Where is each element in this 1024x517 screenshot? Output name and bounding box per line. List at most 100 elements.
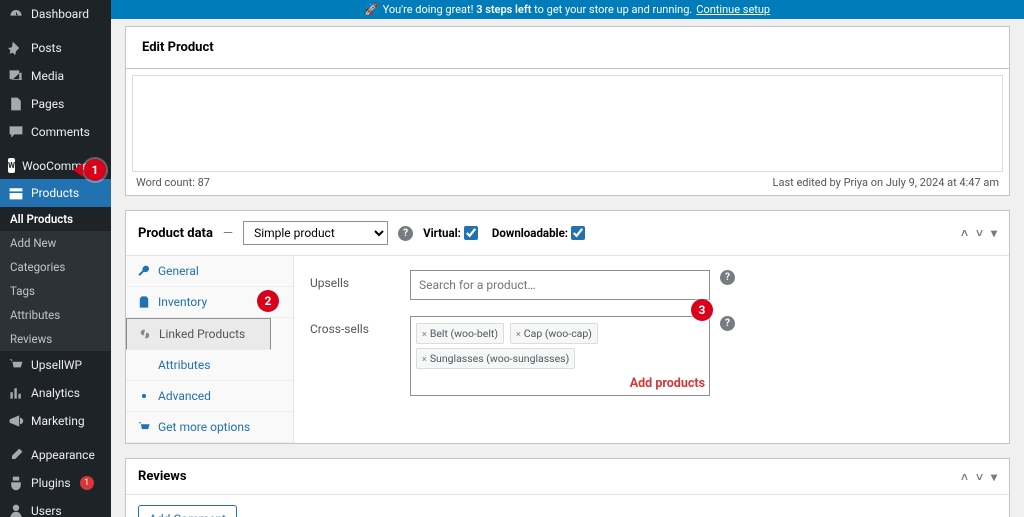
help-icon[interactable]: ? xyxy=(398,226,413,241)
media-icon xyxy=(8,68,24,84)
downloadable-checkbox[interactable] xyxy=(571,226,585,240)
wysiwyg-editor[interactable] xyxy=(132,75,1003,172)
crosssells-label: Cross-sells xyxy=(310,316,410,336)
remove-icon[interactable]: × xyxy=(516,330,521,340)
rocket-icon: 🚀 xyxy=(365,3,379,16)
sidebar-item-plugins[interactable]: Plugins 1 xyxy=(0,469,111,497)
sidebar-item-dashboard[interactable]: Dashboard xyxy=(0,0,111,28)
sidebar-item-analytics[interactable]: Analytics xyxy=(0,379,111,407)
tab-label: Get more options xyxy=(158,420,250,434)
link-icon xyxy=(138,327,152,341)
sidebar-item-products[interactable]: Products xyxy=(0,179,111,207)
tab-label: Attributes xyxy=(158,358,210,372)
gear-icon xyxy=(137,389,151,403)
toggle-panel-icon[interactable]: ▾ xyxy=(991,470,997,484)
help-icon[interactable]: ? xyxy=(720,316,735,331)
pin-icon xyxy=(8,40,24,56)
tab-label: Advanced xyxy=(158,389,211,403)
sidebar-label: Plugins xyxy=(31,476,71,490)
tag-cap[interactable]: ×Cap (woo-cap) xyxy=(510,323,598,344)
virtual-checkbox[interactable] xyxy=(464,226,478,240)
pages-icon xyxy=(8,96,24,112)
comment-icon xyxy=(8,124,24,140)
admin-sidebar: Dashboard Posts Media Pages Comments W W… xyxy=(0,0,111,517)
add-products-caption: Add products xyxy=(415,376,705,391)
submenu-all-products[interactable]: All Products xyxy=(0,207,111,231)
sidebar-item-posts[interactable]: Posts xyxy=(0,34,111,62)
sidebar-item-users[interactable]: Users xyxy=(0,497,111,517)
sidebar-label: Comments xyxy=(31,125,90,139)
tag-sunglasses[interactable]: ×Sunglasses (woo-sunglasses) xyxy=(416,348,575,369)
product-type-select[interactable]: Simple product xyxy=(243,221,388,245)
clipboard-icon xyxy=(137,295,151,309)
toggle-panel-icon[interactable]: ▾ xyxy=(991,226,997,240)
sidebar-label: Products xyxy=(31,186,79,200)
tab-attributes[interactable]: Attributes xyxy=(126,350,293,381)
tag-label: Belt (woo-belt) xyxy=(430,327,498,340)
continue-setup-link[interactable]: Continue setup xyxy=(696,3,770,16)
tab-label: Inventory xyxy=(158,295,207,309)
sidebar-label: Analytics xyxy=(31,386,80,400)
word-count: Word count: 87 xyxy=(136,176,210,189)
remove-icon[interactable]: × xyxy=(422,330,427,340)
woo-icon: W xyxy=(8,158,15,173)
sidebar-item-upsellwp[interactable]: UpsellWP xyxy=(0,351,111,379)
sidebar-item-media[interactable]: Media xyxy=(0,62,111,90)
tag-belt[interactable]: ×Belt (woo-belt) xyxy=(416,323,504,344)
crosssells-input[interactable]: ×Belt (woo-belt) ×Cap (woo-cap) ×Sunglas… xyxy=(410,316,710,396)
submenu-reviews[interactable]: Reviews xyxy=(0,327,111,351)
submenu-add-new[interactable]: Add New xyxy=(0,231,111,255)
list-icon xyxy=(137,358,151,372)
downloadable-label: Downloadable: xyxy=(492,226,568,240)
virtual-toggle[interactable]: Virtual: xyxy=(423,226,478,240)
page-title: Edit Product xyxy=(125,26,1010,69)
tab-inventory[interactable]: Inventory xyxy=(126,287,293,318)
tab-label: General xyxy=(158,264,199,278)
reviews-metabox: Reviews ˄ ˅ ▾ Add Comment No comments ye… xyxy=(125,458,1010,517)
products-submenu: All Products Add New Categories Tags Att… xyxy=(0,207,111,351)
sidebar-label: Appearance xyxy=(31,448,95,462)
linked-products-panel: Upsells ? Cross-sells ×Belt (woo-belt) ×… xyxy=(294,256,1009,443)
move-down-icon[interactable]: ˅ xyxy=(976,470,983,484)
sidebar-item-woocommerce[interactable]: W WooCommerce xyxy=(0,152,111,179)
reviews-title: Reviews xyxy=(138,469,187,484)
remove-icon[interactable]: × xyxy=(422,355,427,365)
tab-general[interactable]: General xyxy=(126,256,293,287)
product-data-tabs: General Inventory Linked Products Attrib… xyxy=(126,256,294,443)
sidebar-label: Users xyxy=(31,504,62,517)
submenu-attributes[interactable]: Attributes xyxy=(0,303,111,327)
tab-linked-products[interactable]: Linked Products xyxy=(126,318,271,350)
add-comment-button[interactable]: Add Comment xyxy=(138,505,237,517)
cart-icon xyxy=(8,357,24,373)
last-edited: Last edited by Priya on July 9, 2024 at … xyxy=(773,176,999,189)
wrench-icon xyxy=(137,264,151,278)
setup-banner: 🚀 You're doing great! 3 steps left to ge… xyxy=(111,0,1024,19)
move-up-icon[interactable]: ˄ xyxy=(961,226,968,240)
sidebar-item-marketing[interactable]: Marketing xyxy=(0,407,111,435)
submenu-categories[interactable]: Categories xyxy=(0,255,111,279)
banner-text: You're doing great! 3 steps left to get … xyxy=(383,3,693,16)
virtual-label: Virtual: xyxy=(423,226,461,240)
tab-get-more[interactable]: Get more options xyxy=(126,412,293,443)
products-icon xyxy=(8,185,24,201)
sidebar-label: UpsellWP xyxy=(31,358,82,372)
move-up-icon[interactable]: ˄ xyxy=(961,470,968,484)
help-icon[interactable]: ? xyxy=(720,270,735,285)
sidebar-label: Media xyxy=(31,69,64,83)
tag-label: Cap (woo-cap) xyxy=(524,327,592,340)
submenu-tags[interactable]: Tags xyxy=(0,279,111,303)
sidebar-item-pages[interactable]: Pages xyxy=(0,90,111,118)
dash: — xyxy=(223,226,233,241)
sidebar-item-comments[interactable]: Comments xyxy=(0,118,111,146)
upsells-search[interactable] xyxy=(410,270,710,300)
upsells-label: Upsells xyxy=(310,270,410,290)
analytics-icon xyxy=(8,385,24,401)
sidebar-item-appearance[interactable]: Appearance xyxy=(0,441,111,469)
tab-advanced[interactable]: Advanced xyxy=(126,381,293,412)
move-down-icon[interactable]: ˅ xyxy=(976,226,983,240)
tab-label: Linked Products xyxy=(159,327,245,341)
downloadable-toggle[interactable]: Downloadable: xyxy=(492,226,585,240)
tag-label: Sunglasses (woo-sunglasses) xyxy=(430,352,569,365)
sidebar-label: Pages xyxy=(31,97,64,111)
plugin-update-badge: 1 xyxy=(80,476,94,490)
